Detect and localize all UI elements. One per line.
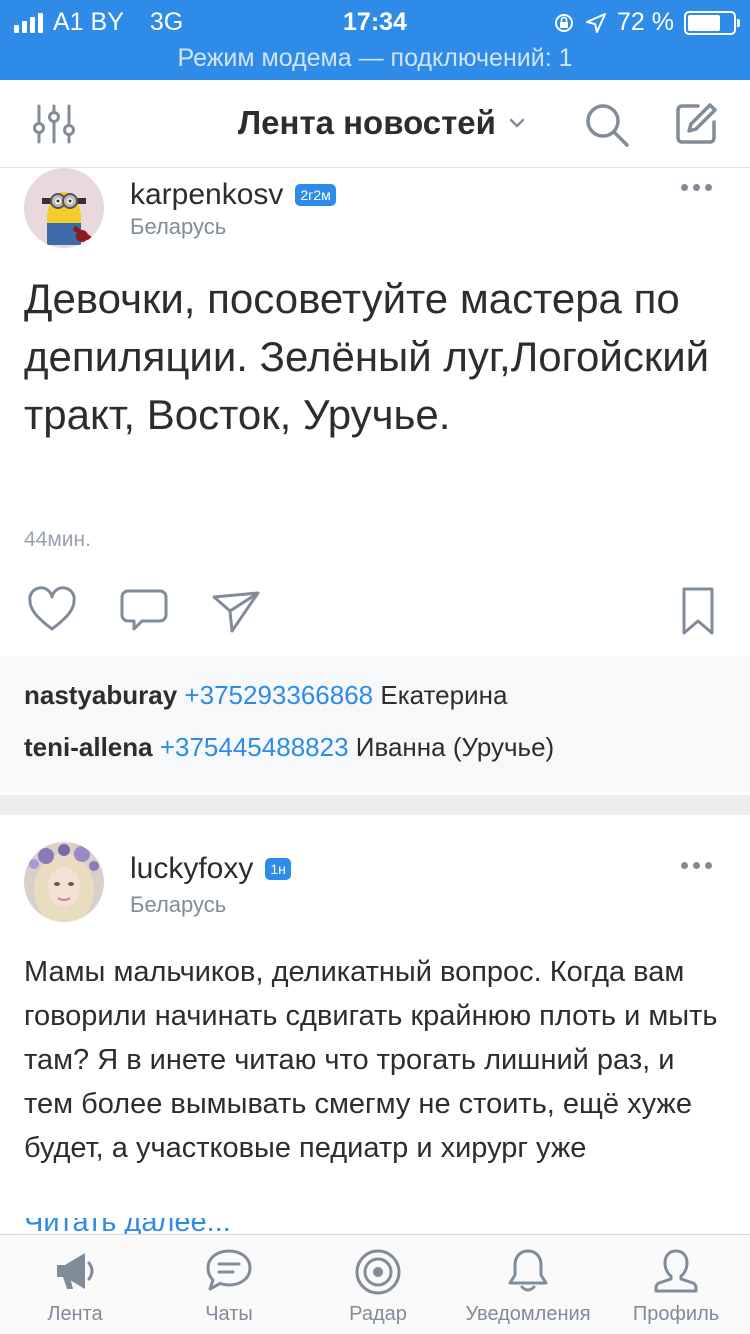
tab-label: Лента	[47, 1303, 103, 1325]
minion-avatar-image	[24, 168, 104, 248]
search-button[interactable]	[582, 100, 632, 150]
author-location: Беларусь	[130, 892, 227, 917]
author-location: Беларусь	[130, 214, 227, 239]
share-button[interactable]	[210, 585, 262, 637]
bell-icon	[508, 1249, 548, 1292]
comment-text: Иванна (Уручье)	[355, 732, 555, 762]
tab-feed[interactable]: Лента	[0, 1235, 150, 1334]
author-name: karpenkosv	[130, 178, 284, 211]
tab-label: Радар	[349, 1303, 407, 1325]
more-dots-icon	[680, 862, 688, 869]
comment-text: Екатерина	[380, 680, 508, 710]
comment-button[interactable]	[118, 585, 170, 637]
post-header: luckyfoxy 1н Беларусь	[0, 842, 750, 932]
filter-button[interactable]	[30, 100, 78, 148]
tab-profile[interactable]: Профиль	[601, 1235, 750, 1334]
battery-percent: 72 %	[617, 8, 674, 36]
tab-label: Профиль	[632, 1303, 720, 1325]
comment-phone-link[interactable]: +375293366868	[184, 680, 373, 710]
feed-selector[interactable]: Лента новостей	[238, 104, 526, 142]
comment-author[interactable]: teni-allena	[24, 732, 153, 762]
author-name: luckyfoxy	[130, 852, 254, 885]
chat-bubble-icon	[206, 1249, 252, 1291]
megaphone-icon	[57, 1253, 94, 1289]
comment-phone-link[interactable]: +375445488823	[160, 732, 349, 762]
avatar[interactable]	[24, 168, 104, 248]
comment-item[interactable]: nastyaburay +375293366868 Екатерина	[24, 680, 507, 711]
post-menu-button[interactable]	[676, 184, 716, 196]
comments-preview: nastyaburay +375293366868 Екатерина teni…	[0, 656, 750, 792]
comment-bubble-icon	[120, 589, 168, 631]
tab-radar[interactable]: Радар	[303, 1235, 453, 1334]
post-author[interactable]: luckyfoxy 1н	[130, 852, 291, 886]
like-button[interactable]	[26, 585, 78, 637]
post-text: Девочки, посоветуйте мастера по депиляци…	[24, 275, 710, 438]
status-right: 72 %	[553, 8, 740, 37]
tab-chats[interactable]: Чаты	[154, 1235, 304, 1334]
bookmark-button[interactable]	[674, 585, 726, 637]
radar-icon	[355, 1249, 401, 1295]
post-timestamp: 44мин.	[24, 528, 91, 551]
post-text: Мамы мальчиков, деликатный вопрос. Когда…	[24, 956, 718, 1164]
bottom-tab-bar: Лента Чаты Радар Уведомления Профиль	[0, 1234, 750, 1334]
tab-label: Чаты	[205, 1303, 253, 1325]
battery-icon	[684, 10, 740, 35]
post-header: karpenkosv 2г2м Беларусь	[0, 168, 750, 258]
location-arrow-icon	[586, 12, 607, 33]
tab-notifications[interactable]: Уведомления	[453, 1235, 603, 1334]
bookmark-icon	[682, 587, 714, 635]
post-author[interactable]: karpenkosv 2г2м	[130, 178, 336, 212]
chevron-down-icon	[509, 118, 525, 128]
read-more-link[interactable]: Читать далее...	[24, 1218, 231, 1234]
post-menu-button[interactable]	[676, 862, 716, 874]
comment-item[interactable]: teni-allena +375445488823 Иванна (Уручье…	[24, 732, 554, 763]
page-title: Лента новостей	[238, 104, 496, 141]
filter-sliders-icon	[33, 104, 75, 144]
status-bar: A1 BY 3G 17:34 72 % Режим модема — подкл…	[0, 0, 750, 80]
hotspot-banner[interactable]: Режим модема — подключений: 1	[0, 44, 750, 73]
send-arrow-icon	[212, 591, 260, 633]
more-dots-icon	[680, 184, 688, 191]
post-divider	[0, 795, 750, 815]
rotation-lock-icon	[555, 13, 574, 32]
experience-badge: 2г2м	[295, 184, 336, 206]
comment-author[interactable]: nastyaburay	[24, 680, 177, 710]
top-nav-bar: Лента новостей	[0, 80, 750, 168]
tab-label: Уведомления	[465, 1303, 591, 1325]
post-actions	[0, 585, 750, 645]
experience-badge: 1н	[265, 858, 291, 880]
person-icon	[654, 1249, 698, 1293]
read-more-label: Читать далее...	[24, 1218, 231, 1234]
user-photo-avatar-image	[24, 842, 104, 922]
heart-icon	[28, 586, 76, 631]
search-icon	[586, 104, 629, 147]
compose-button[interactable]	[672, 100, 720, 148]
compose-icon	[676, 103, 717, 144]
avatar[interactable]	[24, 842, 104, 922]
